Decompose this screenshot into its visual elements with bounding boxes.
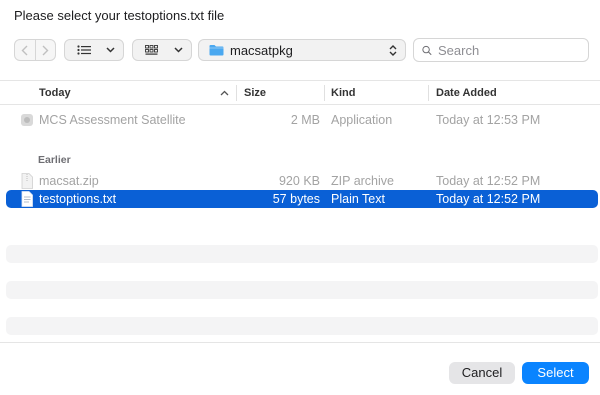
- empty-row-stripe: [6, 281, 598, 299]
- dialog-title: Please select your testoptions.txt file: [14, 8, 225, 23]
- back-button[interactable]: [15, 40, 35, 60]
- header-divider: [0, 104, 600, 105]
- grid-view-icon: [145, 44, 158, 55]
- file-date-added: Today at 12:53 PM: [436, 113, 541, 127]
- search-icon: [422, 45, 432, 55]
- column-header-name[interactable]: Today: [39, 82, 71, 104]
- chevron-down-icon: [174, 47, 183, 53]
- file-row: MCS Assessment Satellite 2 MB Applicatio…: [6, 111, 598, 129]
- column-separator: [236, 85, 237, 101]
- search-input[interactable]: [436, 41, 580, 59]
- file-size: 57 bytes: [272, 192, 320, 206]
- chevron-down-icon: [106, 47, 115, 53]
- empty-row-stripe: [6, 245, 598, 263]
- footer-divider: [0, 342, 600, 343]
- file-row-selected[interactable]: testoptions.txt 57 bytes Plain Text Toda…: [6, 190, 598, 208]
- forward-button[interactable]: [34, 40, 56, 60]
- sort-ascending-icon[interactable]: [220, 90, 229, 96]
- column-separator: [324, 85, 325, 101]
- grid-view-button[interactable]: [132, 39, 192, 61]
- file-size: 2 MB: [290, 113, 320, 127]
- folder-icon: [209, 45, 224, 56]
- toolbar-divider: [0, 80, 600, 81]
- column-header-row: Today Size Kind Date Added: [0, 82, 600, 104]
- group-label-earlier: Earlier: [38, 154, 71, 166]
- column-header-kind[interactable]: Kind: [331, 82, 355, 104]
- select-button[interactable]: Select: [522, 362, 589, 384]
- file-kind: Application: [331, 113, 393, 127]
- search-field[interactable]: [413, 38, 589, 62]
- list-view-button[interactable]: [64, 39, 124, 61]
- toolbar: macsatpkg: [0, 38, 600, 64]
- column-header-date-added[interactable]: Date Added: [436, 82, 497, 104]
- location-popup[interactable]: macsatpkg: [198, 39, 406, 61]
- chevron-right-icon: [42, 45, 49, 55]
- location-label: macsatpkg: [230, 42, 293, 58]
- column-header-size[interactable]: Size: [244, 82, 266, 104]
- file-date-added: Today at 12:52 PM: [436, 192, 541, 206]
- cancel-button[interactable]: Cancel: [449, 362, 515, 384]
- up-down-chevron-icon: [389, 44, 397, 56]
- file-date-added: Today at 12:52 PM: [436, 174, 541, 188]
- file-row: macsat.zip 920 KB ZIP archive Today at 1…: [6, 172, 598, 190]
- back-forward-group: [14, 39, 56, 61]
- chevron-left-icon: [21, 45, 28, 55]
- empty-row-stripe: [6, 317, 598, 335]
- column-separator: [428, 85, 429, 101]
- file-kind: Plain Text: [331, 192, 385, 206]
- list-view-icon: [77, 45, 91, 55]
- file-kind: ZIP archive: [331, 174, 394, 188]
- file-size: 920 KB: [278, 174, 320, 188]
